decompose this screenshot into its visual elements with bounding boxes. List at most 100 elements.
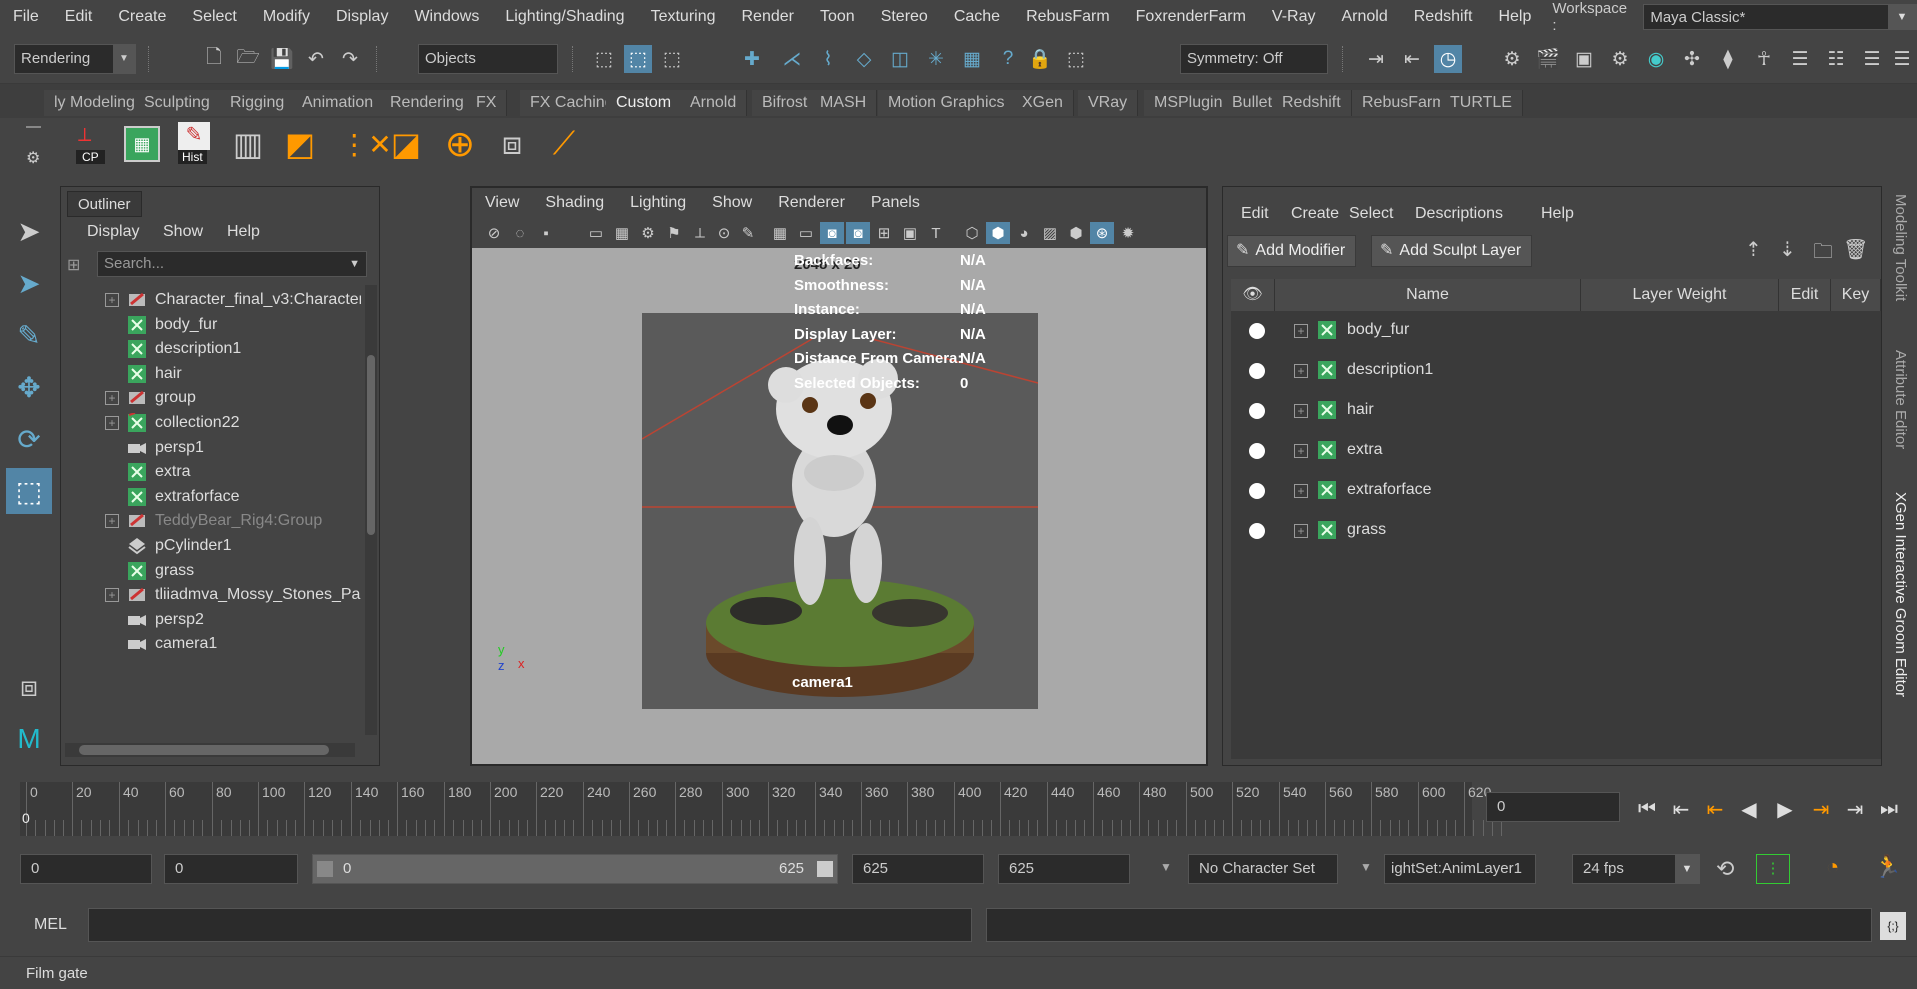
help-icon[interactable]: ? (994, 45, 1022, 73)
visibility-radio[interactable] (1249, 443, 1265, 459)
select-tool-icon[interactable]: ➤ (6, 208, 52, 254)
layer-weight-header[interactable]: Layer Weight (1581, 279, 1779, 311)
xgen-menu-create[interactable]: Create (1291, 205, 1339, 223)
visibility-radio[interactable] (1249, 363, 1265, 379)
new-scene-icon[interactable]: 🗋 (200, 45, 228, 73)
shelf-tab-sculpting[interactable]: Sculpting (134, 90, 221, 116)
menu-arnold[interactable]: Arnold (1328, 8, 1400, 26)
sphere-wire-icon[interactable]: ⊕ (438, 122, 482, 166)
viewport-menu-lighting[interactable]: Lighting (617, 194, 699, 212)
field-chart-icon[interactable]: ◙ (846, 222, 870, 244)
step-back-frame-icon[interactable]: ⇤ (1702, 796, 1728, 822)
render-view-icon[interactable]: ▦ (958, 45, 986, 73)
shelf-tab-mash[interactable]: MASH (810, 90, 878, 116)
bookmark-icon[interactable]: ▪ (534, 222, 558, 244)
cp-shelf-button[interactable]: ⟂ CP (68, 122, 112, 166)
shelf-tab-custom[interactable]: Custom (606, 90, 683, 116)
combine-icon[interactable]: ⧈ (490, 122, 534, 166)
viewport-menu-renderer[interactable]: Renderer (765, 194, 858, 212)
snap-point-icon[interactable]: ⌇ (814, 45, 842, 73)
edit-header[interactable]: Edit (1779, 279, 1831, 311)
wire-on-shaded-icon[interactable]: ◕ (1012, 222, 1036, 244)
visibility-radio[interactable] (1249, 323, 1265, 339)
camera-attr-icon[interactable]: ◌ (508, 222, 532, 244)
outliner-toggle-icon[interactable]: ☰ (1888, 45, 1916, 73)
select-hierarchy-icon[interactable]: ⬚ (590, 45, 618, 73)
animation-end-field[interactable]: 625 (998, 854, 1130, 884)
viewport-canvas[interactable]: 2048 x 20 Backfaces: N/A Smoothness: N/A… (472, 248, 1206, 764)
tab-attribute-editor[interactable]: Attribute Editor (1892, 350, 1909, 449)
select-component-icon[interactable]: ⬚ (658, 45, 686, 73)
modeling-toolkit-icon[interactable]: ⧫ (1714, 45, 1742, 73)
name-header[interactable]: Name (1275, 279, 1581, 311)
group-icon[interactable]: ◪ (384, 122, 428, 166)
scale-tool-icon[interactable]: ⬚ (6, 468, 52, 514)
selection-mode-dropdown[interactable]: Objects (418, 44, 558, 74)
select-lock-icon[interactable]: ⬚ (1062, 45, 1090, 73)
output-ops-icon[interactable]: ⇤ (1398, 45, 1426, 73)
character-set-field[interactable]: No Character Set (1188, 854, 1338, 884)
shelf-tab-ly-modeling[interactable]: ly Modeling (44, 90, 146, 116)
channel-box-icon[interactable]: ☰ (1786, 45, 1814, 73)
play-forwards-icon[interactable]: ▶ (1772, 796, 1798, 822)
camera-icon[interactable]: ▭ (584, 222, 608, 244)
time-slider[interactable]: 0 20 40 60 80 100 120 140 160 180 200 220 240 260 280 3… (20, 782, 1502, 836)
tab-xgen-groom-editor[interactable]: XGen Interactive Groom Editor (1892, 492, 1909, 697)
playback-start-field[interactable]: 0 (164, 854, 298, 884)
viewport-menu-shading[interactable]: Shading (532, 194, 617, 212)
current-frame-field[interactable]: 0 (1486, 792, 1620, 822)
text-overlay-icon[interactable]: T (924, 222, 948, 244)
expand-icon[interactable]: + (1294, 364, 1308, 378)
expand-icon[interactable]: + (1294, 484, 1308, 498)
shelf-tab-turtle[interactable]: TURTLE (1440, 90, 1523, 116)
key-header[interactable]: Key (1831, 279, 1881, 311)
menuset-dropdown[interactable]: Rendering ▼ (14, 44, 136, 74)
auto-key-icon[interactable]: ◔ (1826, 854, 1839, 880)
xray-icon[interactable]: ⊛ (1090, 222, 1114, 244)
step-forward-frame-icon[interactable]: ⇥ (1808, 796, 1834, 822)
image-plane-icon[interactable]: ▦ (610, 222, 634, 244)
outliner-hscrollbar[interactable] (65, 743, 355, 757)
add-sculpt-layer-button[interactable]: ✎ Add Sculpt Layer (1371, 235, 1533, 267)
menu-toon[interactable]: Toon (807, 8, 868, 26)
render-settings-icon[interactable]: ⚙ (1498, 45, 1526, 73)
range-start-handle[interactable] (317, 861, 333, 877)
menu-redshift[interactable]: Redshift (1401, 8, 1486, 26)
move-tool-icon[interactable]: ✥ (6, 364, 52, 410)
outliner-menu-display[interactable]: Display (87, 223, 139, 241)
menu-select[interactable]: Select (179, 8, 249, 26)
snap-grid-icon[interactable]: ✚ (738, 45, 766, 73)
lock-icon[interactable]: 🔒 (1026, 45, 1054, 73)
snap-live-icon[interactable]: ◫ (886, 45, 914, 73)
textured-icon[interactable]: ▨ (1038, 222, 1062, 244)
fps-dropdown[interactable]: 24 fps ▼ (1572, 854, 1700, 884)
scrollbar-thumb[interactable] (79, 745, 329, 755)
camera-select-icon[interactable]: ⊘ (482, 222, 506, 244)
bookmark-flag-icon[interactable]: ⚑ (662, 222, 686, 244)
rotate-tool-icon[interactable]: ⟳ (6, 416, 52, 462)
tab-outliner[interactable]: Outliner (67, 191, 142, 217)
xgen-menu-select[interactable]: Select (1349, 205, 1393, 223)
shelf-tab-bifrost[interactable]: Bifrost (752, 90, 819, 116)
outliner-search-input[interactable]: Search... ▼ (97, 251, 367, 277)
viewport-menu-panels[interactable]: Panels (858, 194, 933, 212)
save-scene-icon[interactable]: 💾 (268, 45, 296, 73)
use-lights-icon[interactable]: ⬢ (1064, 222, 1088, 244)
shelf-tab-motion-graphics[interactable]: Motion Graphics (878, 90, 1016, 116)
menu-foxrenderfarm[interactable]: FoxrenderFarm (1123, 8, 1259, 26)
lasso-tool-icon[interactable]: ➤ (6, 260, 52, 306)
range-end-handle[interactable] (817, 861, 833, 877)
outliner-menu-show[interactable]: Show (163, 223, 203, 241)
menu-file[interactable]: File (0, 8, 52, 26)
render-globals-icon[interactable]: ⚙ (1606, 45, 1634, 73)
expand-icon[interactable]: + (1294, 324, 1308, 338)
expand-icon[interactable]: + (1294, 404, 1308, 418)
menu-rebusfarm[interactable]: RebusFarm (1013, 8, 1123, 26)
outliner-menu-help[interactable]: Help (227, 223, 260, 241)
symmetry-dropdown[interactable]: Symmetry: Off (1180, 44, 1328, 74)
shelf-tab-animation[interactable]: Animation (292, 90, 385, 116)
character-icon[interactable]: ☥ (1750, 45, 1778, 73)
ipr-render-icon[interactable]: ▣ (1570, 45, 1598, 73)
menu-render[interactable]: Render (729, 8, 807, 26)
outliner-item[interactable]: camera1 (61, 629, 361, 659)
